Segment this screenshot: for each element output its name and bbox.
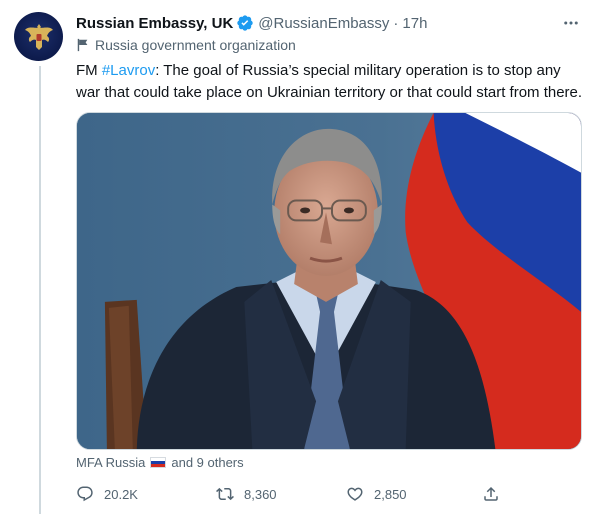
like-button[interactable]: 2,850 xyxy=(346,485,407,503)
retweet-button[interactable]: 8,360 xyxy=(216,485,277,503)
tweet-header: Russian Embassy, UK @RussianEmbassy · 17… xyxy=(76,12,584,34)
account-label-text: Russia government organization xyxy=(95,37,296,53)
reply-button[interactable]: 20.2K xyxy=(76,485,138,503)
tagged-users[interactable]: MFA Russia and 9 others xyxy=(76,455,244,470)
separator-dot: · xyxy=(393,14,399,32)
heart-icon xyxy=(347,487,363,501)
tweet-prefix: FM xyxy=(76,62,102,79)
hashtag-link[interactable]: #Lavrov xyxy=(102,62,155,79)
retweet-icon xyxy=(216,487,234,501)
verified-badge-icon xyxy=(237,15,253,31)
account-label: Russia government organization xyxy=(76,37,296,53)
russia-flag-icon xyxy=(150,457,167,468)
tweet-actions: 20.2K 8,360 2,850 xyxy=(76,482,516,506)
tagged-first[interactable]: MFA Russia xyxy=(76,455,145,470)
thread-line xyxy=(39,66,41,514)
share-icon xyxy=(484,486,498,501)
flag-label-icon xyxy=(77,38,88,52)
tweet-text: FM #Lavrov: The goal of Russia’s special… xyxy=(76,60,584,104)
author-handle[interactable]: @RussianEmbassy xyxy=(258,15,389,32)
avatar[interactable] xyxy=(14,12,63,61)
tweet-time[interactable]: 17h xyxy=(402,15,427,32)
like-count: 2,850 xyxy=(374,486,407,502)
tagged-rest[interactable]: and 9 others xyxy=(171,455,243,470)
share-button[interactable] xyxy=(482,485,510,503)
portrait-photo xyxy=(77,113,581,449)
reply-icon xyxy=(77,486,93,502)
eagle-emblem-icon xyxy=(24,23,53,50)
tweet-photo[interactable] xyxy=(76,112,582,450)
more-icon[interactable] xyxy=(558,10,584,36)
author-name[interactable]: Russian Embassy, UK xyxy=(76,15,233,32)
reply-count: 20.2K xyxy=(104,486,138,502)
retweet-count: 8,360 xyxy=(244,486,277,502)
